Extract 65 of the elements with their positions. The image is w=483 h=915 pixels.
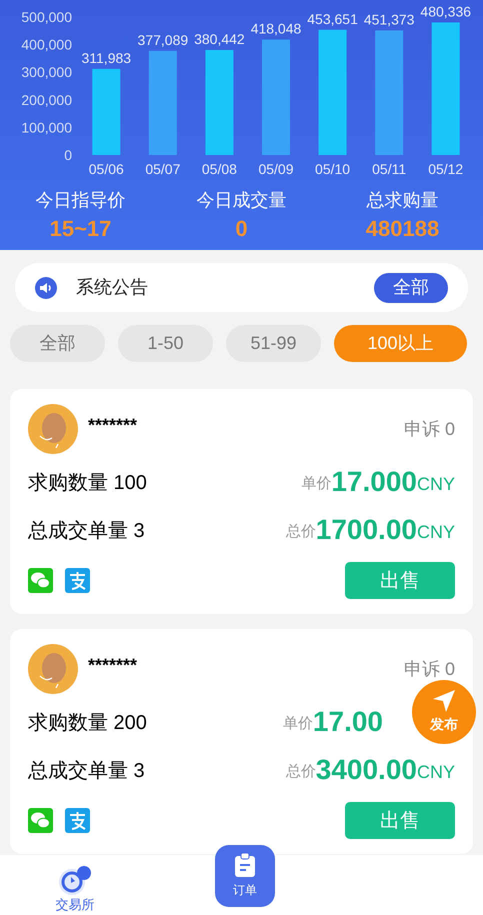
complaint-count: 申诉 0 [404,658,455,681]
sell-button[interactable]: 出售 [345,562,455,599]
currency-label: CNY [416,473,455,496]
row-label: 总成交单量 3 [28,759,145,784]
stat-value: 480188 [366,215,440,243]
price-label: 单价 [282,714,313,734]
value-label: 480,336 [420,3,472,20]
row-label: 求购数量 200 [28,711,147,736]
row-label: 求购数量 100 [28,471,147,496]
stat-label: 总求购量 [366,189,438,212]
user-name: ******* [88,414,138,437]
axis-label: 05/07 [145,161,180,177]
axis-label: 05/08 [202,161,237,177]
axis-label: 0 [64,147,72,163]
price-value: 17.00 [312,706,383,738]
axis-label: 05/12 [428,161,464,177]
axis-label: 100,000 [21,119,72,136]
send-icon [433,690,455,712]
axis-label: 05/09 [258,161,294,177]
currency-label: CNY [416,521,455,544]
price-label: 总价 [286,522,316,542]
wechat-icon [28,808,53,833]
clock-icon [58,865,92,897]
wechat-icon [28,568,53,593]
filter-chip[interactable]: 1-50 [118,325,213,362]
price-value: 17.000 [331,466,417,498]
axis-label: 200,000 [21,92,72,108]
nav-tab[interactable]: 交易所 [0,855,150,915]
alipay-icon [65,568,90,593]
avatar [28,644,78,694]
all-button[interactable]: 全部 [374,272,448,302]
axis-label: 500,000 [21,9,72,25]
price-value: 3400.00 [316,754,417,786]
price-label: 总价 [286,762,316,782]
stat-label: 今日指导价 [36,189,126,212]
price-label: 单价 [301,474,332,494]
sell-button[interactable]: 出售 [345,802,455,839]
axis-label: 300,000 [21,64,72,80]
axis-label: 05/10 [315,161,350,177]
user-name: ******* [88,654,138,677]
axis-label: 05/06 [88,161,124,177]
filter-chip[interactable]: 51-99 [226,325,321,362]
value-label: 311,983 [82,50,132,66]
filter-chip[interactable]: 全部 [10,325,105,362]
notice-title: 系统公告 [76,276,149,299]
value-label: 380,442 [194,31,245,47]
alipay-icon [65,808,90,833]
value-label: 377,089 [138,32,188,48]
clipboard-icon [235,853,255,877]
axis-label: 05/11 [372,161,406,177]
price-value: 1700.00 [316,514,417,546]
value-label: 418,048 [250,20,302,37]
row-label: 总成交单量 3 [28,519,145,544]
currency-label: CNY [416,761,455,784]
stat-label: 今日成交量 [196,189,286,212]
stat-value: 15~17 [50,215,112,243]
value-label: 451,373 [364,11,414,28]
value-label: 453,651 [307,10,358,27]
filter-chip[interactable]: 100以上 [334,325,467,362]
stat-value: 0 [235,215,248,243]
axis-label: 400,000 [21,36,72,53]
orders-button[interactable]: 订单 [215,845,275,907]
complaint-count: 申诉 0 [404,418,455,441]
avatar [28,404,78,454]
speaker-icon [35,276,57,298]
